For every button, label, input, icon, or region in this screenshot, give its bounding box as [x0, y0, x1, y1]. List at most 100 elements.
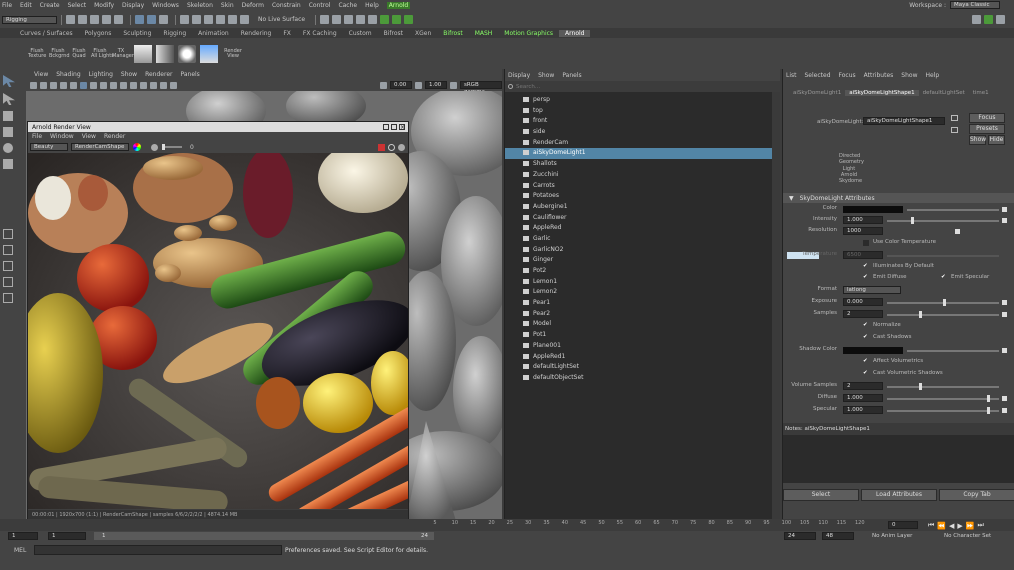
- anim-layer-select[interactable]: No Anim Layer: [872, 533, 912, 539]
- stop-render-icon[interactable]: [378, 143, 385, 151]
- shelf-tab-polygons[interactable]: Polygons: [79, 30, 118, 37]
- specular-field[interactable]: 1.000: [843, 406, 883, 414]
- outliner-menu-panels[interactable]: Panels: [562, 72, 581, 79]
- outliner-item[interactable]: Model: [505, 319, 780, 330]
- outliner-item[interactable]: AppleRed1: [505, 352, 780, 363]
- shelf-tab-arnold[interactable]: Arnold: [559, 29, 591, 37]
- snap-grid-icon[interactable]: [180, 15, 189, 24]
- outliner-menu-display[interactable]: Display: [508, 72, 530, 79]
- menu-edit[interactable]: Edit: [20, 2, 32, 9]
- outliner-item[interactable]: Pot1: [505, 330, 780, 341]
- menu-skin[interactable]: Skin: [221, 2, 234, 9]
- layout-outliner-icon[interactable]: [3, 277, 13, 287]
- outliner-item[interactable]: Aubergine1: [505, 202, 780, 213]
- hide-button[interactable]: Hide: [988, 135, 1005, 145]
- menu-constrain[interactable]: Constrain: [272, 2, 301, 9]
- isolate-icon[interactable]: [100, 81, 107, 89]
- step-back-icon[interactable]: ◀: [949, 522, 954, 530]
- outliner-item[interactable]: side: [505, 127, 780, 138]
- range-bar[interactable]: 1 24: [94, 532, 434, 540]
- outliner-item[interactable]: Ginger: [505, 255, 780, 266]
- vol-samples-slider[interactable]: [887, 383, 999, 390]
- samples-map-icon[interactable]: [1002, 312, 1007, 317]
- outliner-item[interactable]: Carrots: [505, 181, 780, 192]
- outliner-menu-show[interactable]: Show: [538, 72, 554, 79]
- snap-curve-icon[interactable]: [192, 15, 201, 24]
- viewport-colorspace-field[interactable]: sRGB gamma: [460, 81, 502, 95]
- arnold-pause-icon[interactable]: [404, 15, 414, 24]
- range-inner-end-field[interactable]: 24: [784, 532, 816, 540]
- rv-exposure-slider[interactable]: [162, 144, 182, 150]
- intensity-slider[interactable]: [887, 217, 999, 224]
- range-inner-start-field[interactable]: 1: [48, 532, 86, 540]
- lights-icon[interactable]: [70, 81, 77, 89]
- use-color-temp-checkbox[interactable]: [863, 240, 869, 246]
- range-end-field[interactable]: 48: [822, 532, 854, 540]
- camera-select[interactable]: RenderCamShape: [71, 143, 129, 151]
- move-tool-icon[interactable]: [3, 127, 13, 137]
- exposure-slider[interactable]: [887, 299, 999, 306]
- shelf-tab-animation[interactable]: Animation: [192, 30, 235, 37]
- exposure-icon[interactable]: [380, 81, 387, 89]
- maximize-icon[interactable]: [391, 124, 397, 130]
- mesh-light-icon[interactable]: [156, 44, 174, 63]
- outliner-item[interactable]: front: [505, 116, 780, 127]
- ipr-render-icon[interactable]: [344, 15, 354, 24]
- exposure-field[interactable]: 0.000: [843, 298, 883, 306]
- diffuse-slider[interactable]: [887, 395, 999, 402]
- render-view-icon[interactable]: Render View: [222, 48, 244, 59]
- node-name-field[interactable]: aiSkyDomeLightShape1: [863, 117, 945, 125]
- flush-background-icon[interactable]: Flush Bckgrnd: [49, 48, 70, 59]
- viewport-menu-renderer[interactable]: Renderer: [145, 71, 172, 78]
- undo-icon[interactable]: [102, 15, 111, 24]
- layout-four-icon[interactable]: [3, 245, 13, 255]
- mel-label[interactable]: MEL: [14, 547, 26, 554]
- diffuse-field[interactable]: 1.000: [843, 394, 883, 402]
- flush-quad-icon[interactable]: Flush Quad: [70, 48, 88, 59]
- attr-tab-time[interactable]: time1: [969, 90, 993, 96]
- attr-menu-help[interactable]: Help: [925, 72, 939, 79]
- affect-vol-checkbox[interactable]: ✔: [863, 358, 868, 364]
- outliner-item[interactable]: aiSkyDomeLight1: [505, 148, 780, 160]
- viewport-menu-lighting[interactable]: Lighting: [89, 71, 113, 78]
- outliner-scrollbar[interactable]: [772, 92, 780, 519]
- samples-slider[interactable]: [887, 311, 999, 318]
- outliner-item[interactable]: AppleRed: [505, 223, 780, 234]
- physical-sky-icon[interactable]: [200, 44, 218, 63]
- toggle-channel-box-icon[interactable]: [996, 15, 1005, 24]
- color-slider[interactable]: [907, 209, 999, 211]
- shelf-tab-motion-graphics[interactable]: Motion Graphics: [498, 30, 559, 37]
- wireframe-icon[interactable]: [40, 81, 47, 89]
- render-view-window[interactable]: Arnold Render View × File Window View Re…: [27, 121, 409, 521]
- render-settings-icon[interactable]: [320, 15, 330, 24]
- show-button[interactable]: Show: [969, 135, 986, 145]
- time-slider[interactable]: 5 10 15 20 25 30 35 40 45 50 55 60 65 70 75 80 85 90 95 100…: [0, 519, 1014, 531]
- go-to-end-icon[interactable]: ⏭: [978, 521, 984, 530]
- skydome-section-header[interactable]: ▼ SkyDomeLight Attributes: [783, 193, 1014, 203]
- shelf-tab-custom[interactable]: Custom: [343, 30, 378, 37]
- rv-settings-icon[interactable]: [398, 143, 405, 151]
- lasso-tool-icon[interactable]: [3, 93, 15, 105]
- render-globals-icon[interactable]: [356, 15, 366, 24]
- cast-shadows-checkbox[interactable]: ✔: [863, 334, 868, 340]
- redo-icon[interactable]: [114, 15, 123, 24]
- intensity-map-icon[interactable]: [1002, 218, 1007, 223]
- outliner-item[interactable]: top: [505, 106, 780, 117]
- emit-diffuse-checkbox[interactable]: ✔: [863, 274, 868, 280]
- toggle-attribute-editor-icon[interactable]: [984, 15, 993, 24]
- menu-skeleton[interactable]: Skeleton: [187, 2, 213, 9]
- render-frame-icon[interactable]: [332, 15, 342, 24]
- motion-blur-icon[interactable]: [150, 81, 157, 89]
- camera-icon[interactable]: [30, 81, 37, 89]
- render-view-titlebar[interactable]: Arnold Render View ×: [28, 122, 408, 132]
- new-scene-icon[interactable]: [66, 15, 75, 24]
- hud-icon[interactable]: [130, 81, 137, 89]
- shelf-tab-fx-caching[interactable]: FX Caching: [297, 30, 343, 37]
- attr-tab-shape[interactable]: aiSkyDomeLightShape1: [845, 90, 919, 96]
- textured-icon[interactable]: [60, 81, 67, 89]
- viewport-menu-shading[interactable]: Shading: [56, 71, 80, 78]
- load-attributes-button[interactable]: Load Attributes: [861, 489, 937, 501]
- scale-tool-icon[interactable]: [3, 159, 13, 169]
- ssao-icon[interactable]: [140, 81, 147, 89]
- menuset-select[interactable]: Rigging: [2, 15, 57, 24]
